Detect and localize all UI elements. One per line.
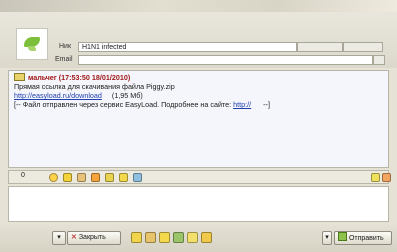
message-line-3: [-- Файл отправлен через сервис EasyLoad… (14, 100, 270, 109)
file-size: (1,95 Мб) (111, 91, 143, 100)
nick-field-extra (297, 42, 343, 52)
message-history[interactable]: мальчег (17:53:50 18/01/2010) Прямая ссы… (8, 70, 389, 168)
counter: 0 (21, 172, 25, 179)
close-dropdown[interactable]: ▾ (52, 231, 66, 245)
send-icon (338, 232, 347, 241)
leaf-small-icon (28, 46, 36, 51)
contact-avatar (16, 28, 48, 60)
send-options-dropdown[interactable]: ▾ (322, 231, 332, 245)
message-line-1: Прямая ссылка для скачивания файла Piggy… (14, 82, 175, 91)
folder-icon[interactable] (145, 232, 156, 243)
history-icon[interactable] (131, 232, 142, 243)
italic-icon[interactable] (105, 173, 114, 182)
message-line-2: http://easyload.ru/download (1,95 Мб) (14, 91, 383, 100)
translit-icon[interactable] (201, 232, 212, 243)
email-label: Email (55, 56, 73, 63)
image-icon[interactable] (133, 173, 142, 182)
underline-icon[interactable] (119, 173, 128, 182)
send-button[interactable]: Отправить (334, 231, 392, 245)
text-color-icon[interactable] (63, 173, 72, 182)
bold-icon[interactable] (91, 173, 100, 182)
site-link[interactable]: http:// (233, 100, 251, 109)
font-icon[interactable] (77, 173, 86, 182)
notes-icon[interactable] (159, 232, 170, 243)
nick-field[interactable]: H1N1 infected (78, 42, 297, 52)
message-header: мальчег (17:53:50 18/01/2010) (14, 73, 383, 82)
smiley-icon[interactable] (49, 173, 58, 182)
nick-label: Ник (59, 43, 72, 50)
email-dropdown[interactable] (373, 55, 385, 65)
email-field[interactable] (78, 55, 373, 65)
format-toolbar: 0 (8, 170, 391, 184)
info-icon[interactable] (187, 232, 198, 243)
tools-icon[interactable] (173, 232, 184, 243)
file-icon[interactable] (371, 173, 380, 182)
nick-field-extra-2 (343, 42, 383, 52)
download-link[interactable]: http://easyload.ru/download (14, 91, 102, 100)
close-button[interactable]: ✕ Закрыть (67, 231, 121, 245)
message-input[interactable] (8, 186, 389, 222)
settings-icon[interactable] (382, 173, 391, 182)
close-icon: ✕ (71, 234, 77, 241)
envelope-icon (14, 73, 25, 81)
